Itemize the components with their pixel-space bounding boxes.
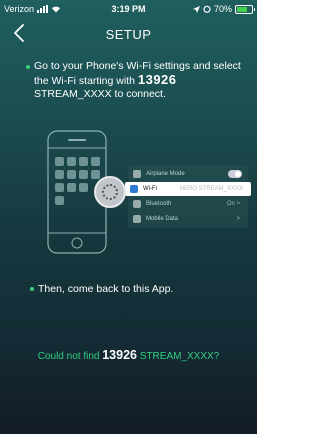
alarm-icon [203,5,211,13]
settings-panel: Airplane Mode Wi-Fi NERO STREAM_XXXX Blu… [125,165,251,228]
notfound-post: STREAM_XXXX? [137,351,220,362]
notfound-pre: Could not find [37,351,103,362]
settings-row-airplane: Airplane Mode [128,167,248,181]
row-label: Airplane Mode [146,171,185,177]
toggle-icon [228,170,242,178]
settings-row-wifi: Wi-Fi NERO STREAM_XXXX [125,182,251,196]
settings-row-mobile-data: Mobile Data > [128,212,248,226]
location-icon [192,5,200,13]
bullet-dot [26,65,30,69]
instruction-number: 13926 [137,72,177,87]
notfound-number: 13926 [102,348,137,362]
return-instruction: Then, come back to this App. [38,283,174,295]
row-value: NERO STREAM_XXXX [179,186,243,192]
row-label: Bluetooth [146,201,172,207]
row-label: Mobile Data [146,216,179,222]
status-bar: Verizon 3:19 PM 70% [0,0,257,18]
battery-percent: 70% [213,4,232,14]
battery-icon [235,4,255,14]
bluetooth-icon [133,200,141,208]
bullet-dot [30,287,34,291]
setup-screen: Verizon 3:19 PM 70% SETUP Go to your Pho… [0,0,257,434]
row-value: > [236,216,240,222]
mobile-data-icon [133,215,141,223]
airplane-icon [133,170,141,178]
row-label: Wi-Fi [143,186,157,192]
wifi-instruction: Go to your Phone's Wi-Fi settings and se… [34,60,244,101]
settings-row-bluetooth: Bluetooth On > [128,197,248,211]
nav-bar: SETUP [0,18,257,50]
instruction-post: STREAM_XXXX to connect. [34,88,166,100]
page-title: SETUP [105,27,152,42]
wifi-settings-icon [130,185,138,193]
row-value: On > [226,201,240,207]
could-not-find-link[interactable]: Could not find 13926 STREAM_XXXX? [0,348,257,362]
settings-gear-icon [94,176,126,208]
